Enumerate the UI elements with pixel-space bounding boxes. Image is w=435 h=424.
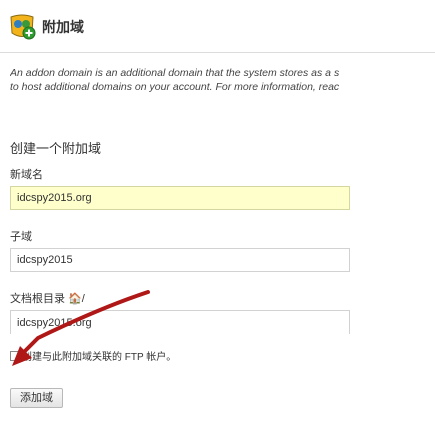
page-description: An addon domain is an additional domain … [10, 66, 435, 94]
new-domain-label: 新域名 [10, 169, 43, 181]
ftp-account-hint: 创建与此附加域关联的 FTP 帐户。 [22, 352, 177, 363]
ftp-checkbox[interactable] [10, 350, 20, 361]
subdomain-label: 子域 [10, 231, 32, 243]
subdomain-input[interactable] [10, 248, 350, 272]
addon-domain-icon [8, 13, 36, 41]
description-line-1: An addon domain is an additional domain … [10, 67, 340, 79]
section-title: 创建一个附加域 [10, 141, 102, 156]
description-line-2: to host additional domains on your accou… [10, 81, 340, 93]
new-domain-input[interactable] [10, 186, 350, 210]
ftp-account-option[interactable]: 创建与此附加域关联的 FTP 帐户。 [10, 348, 176, 363]
page-header: 附加域 [8, 10, 84, 44]
header-divider [0, 52, 435, 53]
add-domain-button[interactable]: 添加域 [10, 388, 63, 408]
document-root-label: 文档根目录 🏠/ [10, 293, 85, 305]
page-title: 附加域 [42, 19, 84, 35]
document-root-input[interactable] [10, 310, 350, 334]
